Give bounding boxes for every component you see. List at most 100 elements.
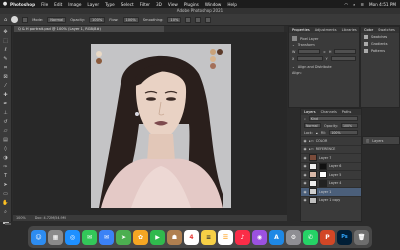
mode-select[interactable]: Normal <box>47 16 67 23</box>
canvas-area[interactable] <box>13 32 287 215</box>
frame-tool-icon[interactable]: ⊠ <box>2 74 9 81</box>
dock-trash-icon[interactable]: 🗑 <box>354 229 369 245</box>
color-swatch-dot[interactable] <box>210 63 216 69</box>
color-swatch-dot[interactable] <box>96 51 102 57</box>
flow-field[interactable]: 100% <box>122 16 139 23</box>
dodge-tool-icon[interactable]: ◑ <box>2 155 9 162</box>
layer-row[interactable]: ◉ Layer 5 <box>301 170 361 179</box>
type-tool-icon[interactable]: T <box>2 173 9 180</box>
dock-finder-icon[interactable]: ☺ <box>31 229 46 245</box>
healing-tool-icon[interactable]: ✚ <box>2 92 9 99</box>
symmetry-icon[interactable] <box>205 16 212 23</box>
dock-powerpoint-icon[interactable]: P <box>320 229 335 245</box>
layer-row[interactable]: ◉ Layer 7 <box>301 153 361 162</box>
wifi-icon[interactable]: ◠ <box>344 2 348 7</box>
menu-select[interactable]: Select <box>121 2 134 7</box>
smoothing-field[interactable]: 10% <box>167 16 182 23</box>
color-swatch-dot[interactable] <box>210 56 216 62</box>
background-color[interactable] <box>4 223 11 225</box>
layer-row[interactable]: ◉ Layer 6 <box>301 161 361 171</box>
menu-view[interactable]: View <box>168 2 178 7</box>
align-section-header[interactable]: ⌄ Align and Distribute <box>289 62 359 70</box>
height-field[interactable] <box>334 49 356 54</box>
brush-tool-icon[interactable]: ✒ <box>2 101 9 108</box>
color-swatch-dot[interactable] <box>217 49 223 55</box>
tab-paths[interactable]: Paths <box>342 109 352 115</box>
layer-row[interactable]: ◉ Layer 4 <box>301 178 361 188</box>
visibility-eye-icon[interactable]: ◉ <box>303 139 307 143</box>
layer-row[interactable]: ◉ Layer 1 copy <box>301 195 361 205</box>
layer-row-selected[interactable]: ◉ Layer 1 <box>301 187 361 196</box>
opacity-field[interactable]: 100% <box>89 16 106 23</box>
crop-tool-icon[interactable]: ⌗ <box>2 65 9 72</box>
lock-icon[interactable]: 🔒︎ <box>316 131 318 135</box>
clock[interactable]: Mon 4:51 PM <box>369 2 396 7</box>
zoom-tool-icon[interactable]: ⌕ <box>2 209 9 216</box>
menu-file[interactable]: File <box>41 2 48 7</box>
menu-window[interactable]: Window <box>205 2 222 7</box>
dock-reminders-icon[interactable]: ☰ <box>218 229 233 245</box>
search-icon[interactable]: ⌕ <box>353 2 355 7</box>
tab-properties[interactable]: Properties <box>292 27 310 33</box>
layer-row[interactable]: ◉ ▸▭ REFERENCE <box>301 144 361 154</box>
dock-mail-icon[interactable]: ✉ <box>99 229 114 245</box>
quick-select-tool-icon[interactable]: ✎ <box>2 56 9 63</box>
airbrush-icon[interactable] <box>185 16 192 23</box>
swatches-item[interactable]: Swatches <box>361 33 399 40</box>
marquee-tool-icon[interactable]: ⬚ <box>2 38 9 45</box>
menu-filter[interactable]: Filter <box>140 2 150 7</box>
eraser-tool-icon[interactable]: ▱ <box>2 128 9 135</box>
dock-appstore-icon[interactable]: A <box>269 229 284 245</box>
blur-tool-icon[interactable]: ◊ <box>2 146 9 153</box>
menu-type[interactable]: Type <box>105 2 115 7</box>
link-icon[interactable]: ∞ <box>323 50 326 54</box>
visibility-eye-icon[interactable]: ◉ <box>303 156 307 160</box>
visibility-eye-icon[interactable]: ◉ <box>303 198 307 202</box>
layer-kind-filter[interactable]: Kind <box>308 116 358 121</box>
brush-preset-icon[interactable] <box>11 16 19 23</box>
dock-messages-icon[interactable]: ✉ <box>82 229 97 245</box>
color-swatch-dot[interactable] <box>96 58 102 64</box>
dock-settings-icon[interactable]: ⚙ <box>286 229 301 245</box>
app-menu[interactable]: Photoshop <box>10 2 35 7</box>
tab-layers[interactable]: Layers <box>304 109 316 115</box>
blend-mode-select[interactable]: Normal <box>304 123 322 128</box>
history-brush-tool-icon[interactable]: ↺ <box>2 119 9 126</box>
shape-tool-icon[interactable]: ▭ <box>2 191 9 198</box>
apple-menu-icon[interactable]: ● <box>0 1 10 7</box>
hand-tool-icon[interactable]: ✋ <box>2 200 9 207</box>
visibility-eye-icon[interactable]: ◉ <box>303 181 307 185</box>
dock-maps-icon[interactable]: ➤ <box>116 229 131 245</box>
dock-facetime-icon[interactable]: ▶ <box>150 229 165 245</box>
dock-contacts-icon[interactable]: ☗ <box>167 229 182 245</box>
gradient-tool-icon[interactable]: ▤ <box>2 137 9 144</box>
width-field[interactable] <box>298 49 320 54</box>
dock-launchpad-icon[interactable]: ▦ <box>48 229 63 245</box>
menu-edit[interactable]: Edit <box>54 2 62 7</box>
home-icon[interactable]: ⌂ <box>4 17 7 23</box>
dock-whatsapp-icon[interactable]: ✆ <box>303 229 318 245</box>
lasso-tool-icon[interactable]: ℓ <box>2 47 9 54</box>
visibility-eye-icon[interactable]: ◉ <box>303 147 307 151</box>
dock-safari-icon[interactable]: ◎ <box>65 229 80 245</box>
patterns-item[interactable]: Patterns <box>361 47 399 54</box>
tab-color[interactable]: Color <box>364 27 373 33</box>
layer-mask-thumbnail[interactable] <box>319 162 327 170</box>
dock-calendar-icon[interactable]: 4 <box>184 229 199 245</box>
color-swatch-dot[interactable] <box>210 49 216 55</box>
collapsed-layers-panel[interactable]: ◫ Layers <box>362 136 400 145</box>
pen-tool-icon[interactable]: ✑ <box>2 164 9 171</box>
path-select-tool-icon[interactable]: ➤ <box>2 182 9 189</box>
gradients-item[interactable]: Gradients <box>361 40 399 47</box>
layer-opacity-field[interactable]: 100% <box>340 123 358 128</box>
menu-layer[interactable]: Layer <box>87 2 99 7</box>
x-field[interactable] <box>297 56 323 61</box>
tab-swatches[interactable]: Swatches <box>378 27 395 33</box>
layer-row[interactable]: ◉ ▸▭ COLOR <box>301 136 361 145</box>
visibility-eye-icon[interactable]: ◉ <box>303 190 307 194</box>
y-field[interactable] <box>330 56 356 61</box>
fill-field[interactable]: 100% <box>329 130 358 135</box>
menu-help[interactable]: Help <box>227 2 237 7</box>
layer-mask-thumbnail[interactable] <box>319 171 327 179</box>
clone-stamp-tool-icon[interactable]: ⊥ <box>2 110 9 117</box>
